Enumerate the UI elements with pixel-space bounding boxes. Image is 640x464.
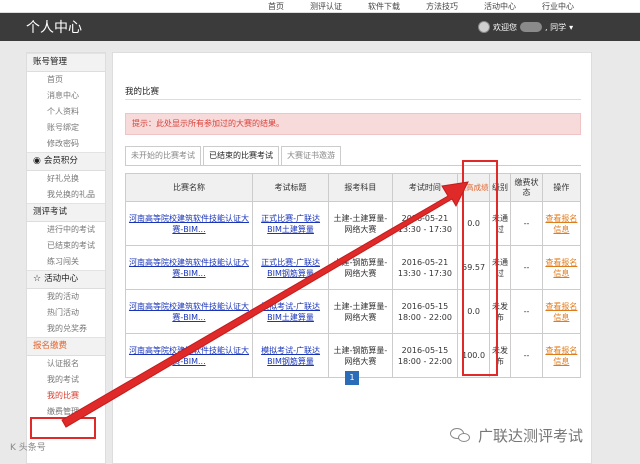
time-cell: 2016-05-21 13:30 - 17:30 <box>391 201 459 246</box>
view-registration-link[interactable]: 查看报名信息 <box>545 302 577 322</box>
sidebar-section-registration: 报名缴费 <box>27 337 105 356</box>
chevron-down-icon[interactable]: ▾ <box>569 23 573 32</box>
sidebar-item-hot-activities[interactable]: 热门活动 <box>27 305 105 321</box>
nav-software-download[interactable]: 软件下载 <box>368 1 400 12</box>
time-cell: 2016-05-15 18:00 - 22:00 <box>391 333 459 378</box>
sidebar-item-my-coupons[interactable]: 我的兑奖券 <box>27 321 105 337</box>
page-header: 个人中心 欢迎您 , 同学 ▾ <box>0 13 640 41</box>
competition-link[interactable]: 河南高等院校建筑软件技能认证大赛-BIM... <box>129 346 249 366</box>
col-header-name: 比赛名称 <box>125 173 253 202</box>
sidebar-item-gift-exchange[interactable]: 好礼兑换 <box>27 171 105 187</box>
exam-title-link[interactable]: 正式比赛-广联达BIM钢筋算量 <box>261 258 320 278</box>
section-title: 我的比赛 <box>125 87 160 97</box>
main-panel: 我的比赛 提示：此处显示所有参加过的大赛的结果。 未开始的比赛考试 已结束的比赛… <box>112 52 592 464</box>
view-registration-link[interactable]: 查看报名信息 <box>545 258 577 278</box>
nav-certification[interactable]: 测评认证 <box>310 1 342 12</box>
subject-cell: 土建-土建算量-网络大赛 <box>328 201 393 246</box>
coin-icon: ◉ <box>33 156 41 166</box>
nav-activity-center[interactable]: 活动中心 <box>484 1 516 12</box>
view-registration-link[interactable]: 查看报名信息 <box>545 346 577 366</box>
notice-banner: 提示：此处显示所有参加过的大赛的结果。 <box>125 113 581 135</box>
tab-upcoming[interactable]: 未开始的比赛考试 <box>125 146 201 166</box>
tab-bar: 未开始的比赛考试 已结束的比赛考试 大赛证书邀游 <box>125 146 343 166</box>
tab-divider <box>125 165 581 166</box>
pay-status-cell: -- <box>510 289 543 334</box>
sidebar-item-my-competitions[interactable]: 我的比赛 <box>27 388 105 404</box>
table-row: 河南高等院校建筑软件技能认证大赛-BIM... 正式比赛-广联达BIM土建算量 … <box>125 201 582 246</box>
col-header-pay-status: 缴费状态 <box>510 173 543 202</box>
page-title: 个人中心 <box>26 20 82 36</box>
subject-cell: 土建-钢筋算量-网络大赛 <box>328 245 393 290</box>
subject-cell: 土建-钢筋算量-网络大赛 <box>328 333 393 378</box>
sidebar-item-ended-exams[interactable]: 已结束的考试 <box>27 238 105 254</box>
sidebar-item-my-gifts[interactable]: 我兑换的礼品 <box>27 187 105 203</box>
table-row: 河南高等院校建筑软件技能认证大赛-BIM... 正式比赛-广联达BIM钢筋算量 … <box>125 245 582 290</box>
subject-cell: 土建-土建算量-网络大赛 <box>328 289 393 334</box>
pagination-current-page[interactable]: 1 <box>345 371 359 385</box>
pay-status-cell: -- <box>510 333 543 378</box>
sidebar-item-ongoing-exams[interactable]: 进行中的考试 <box>27 222 105 238</box>
table-row: 河南高等院校建筑软件技能认证大赛-BIM... 模拟考试-广联达BIM土建算量 … <box>125 289 582 334</box>
welcome-text: 欢迎您 <box>493 22 517 32</box>
user-suffix: , 同学 <box>545 22 567 32</box>
time-cell: 2016-05-15 18:00 - 22:00 <box>391 289 459 334</box>
username-redacted <box>520 22 542 32</box>
sidebar-section-exams: 测评考试 <box>27 203 105 222</box>
sidebar-item-messages[interactable]: 消息中心 <box>27 88 105 104</box>
competition-link[interactable]: 河南高等院校建筑软件技能认证大赛-BIM... <box>129 258 249 278</box>
sidebar-item-profile[interactable]: 个人资料 <box>27 104 105 120</box>
sidebar-item-binding[interactable]: 账号绑定 <box>27 120 105 136</box>
sidebar-item-practice[interactable]: 练习闯关 <box>27 254 105 270</box>
sidebar-section-account: 账号管理 <box>27 53 105 72</box>
sidebar-section-activities: ☆ 活动中心 <box>27 270 105 289</box>
pay-status-cell: -- <box>510 201 543 246</box>
tab-finished[interactable]: 已结束的比赛考试 <box>203 146 279 166</box>
sidebar: 账号管理 首页 消息中心 个人资料 账号绑定 修改密码 ◉ 会员积分 好礼兑换 … <box>26 52 106 464</box>
competition-link[interactable]: 河南高等院校建筑软件技能认证大赛-BIM... <box>129 302 249 322</box>
sidebar-item-cert-registration[interactable]: 认证报名 <box>27 356 105 372</box>
time-cell: 2016-05-21 13:30 - 17:30 <box>391 245 459 290</box>
exam-title-link[interactable]: 正式比赛-广联达BIM土建算量 <box>261 214 320 234</box>
col-header-time: 考试时间 <box>391 173 459 202</box>
avatar <box>478 21 490 33</box>
signature: K 头条号 <box>10 443 46 453</box>
sidebar-item-my-exams[interactable]: 我的考试 <box>27 372 105 388</box>
wechat-icon <box>450 426 472 444</box>
nav-industry-center[interactable]: 行业中心 <box>542 1 574 12</box>
sidebar-item-home[interactable]: 首页 <box>27 72 105 88</box>
highlight-my-competitions <box>30 417 96 439</box>
watermark-text: 广联达测评考试 <box>478 426 584 445</box>
results-table: 比赛名称 考试标题 报考科目 考试时间 最高成绩 级别 缴费状态 操作 河南高等… <box>125 173 582 378</box>
pay-status-cell: -- <box>510 245 543 290</box>
top-nav: 首页 测评认证 软件下载 方法技巧 活动中心 行业中心 <box>0 0 640 13</box>
tab-certificates[interactable]: 大赛证书邀游 <box>281 146 341 166</box>
highlight-score-column <box>462 160 498 376</box>
divider <box>125 99 581 100</box>
sidebar-section-points: ◉ 会员积分 <box>27 152 105 171</box>
watermark: 广联达测评考试 <box>450 420 630 450</box>
col-header-action: 操作 <box>541 173 582 202</box>
col-header-exam-title: 考试标题 <box>251 173 330 202</box>
sidebar-item-password[interactable]: 修改密码 <box>27 136 105 152</box>
exam-title-link[interactable]: 模拟考试-广联达BIM土建算量 <box>261 302 320 322</box>
table-header-row: 比赛名称 考试标题 报考科目 考试时间 最高成绩 级别 缴费状态 操作 <box>125 173 582 202</box>
col-header-subject: 报考科目 <box>328 173 393 202</box>
exam-title-link[interactable]: 模拟考试-广联达BIM钢筋算量 <box>261 346 320 366</box>
competition-link[interactable]: 河南高等院校建筑软件技能认证大赛-BIM... <box>129 214 249 234</box>
nav-tips[interactable]: 方法技巧 <box>426 1 458 12</box>
sidebar-item-my-activities[interactable]: 我的活动 <box>27 289 105 305</box>
nav-home[interactable]: 首页 <box>268 1 284 12</box>
view-registration-link[interactable]: 查看报名信息 <box>545 214 577 234</box>
user-menu[interactable]: 欢迎您 , 同学 ▾ <box>478 21 573 33</box>
star-icon: ☆ <box>33 274 42 284</box>
